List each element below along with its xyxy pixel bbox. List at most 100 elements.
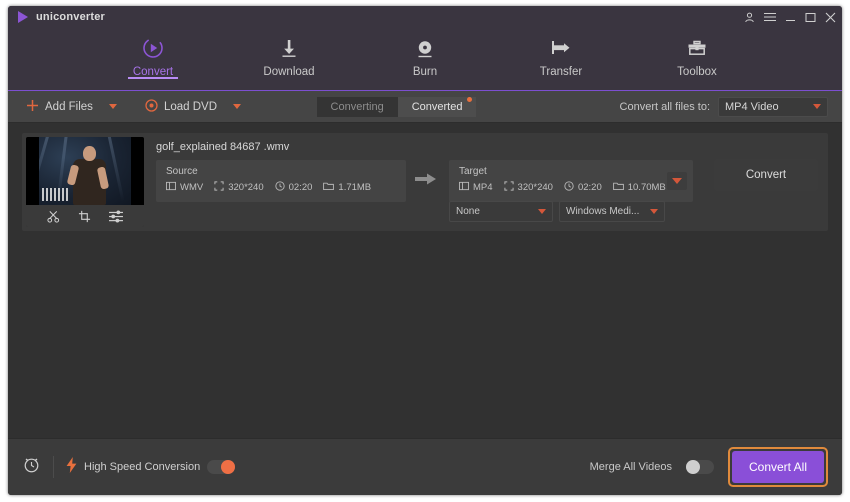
high-speed-conversion-label: High Speed Conversion xyxy=(84,461,201,473)
add-files-caret-icon[interactable] xyxy=(108,104,117,109)
chevron-down-icon xyxy=(672,178,682,184)
tab-converting-label: Converting xyxy=(330,100,384,113)
file-row: golf_explained 84687 .wmv Source WMV 320… xyxy=(22,133,828,231)
effects-icon[interactable] xyxy=(109,210,123,223)
minimize-button[interactable] xyxy=(785,12,796,23)
folder-icon xyxy=(323,181,335,194)
clock-icon xyxy=(274,181,285,194)
divider xyxy=(53,456,54,478)
source-panel: Source WMV 320*240 02:20 1.71MB xyxy=(156,160,406,202)
convert-button[interactable]: Convert xyxy=(714,159,818,191)
convert-all-button[interactable]: Convert All xyxy=(732,451,824,483)
subtitle-select[interactable]: None xyxy=(449,201,553,222)
source-duration-value: 02:20 xyxy=(288,182,313,193)
chevron-down-icon xyxy=(538,209,546,214)
account-icon[interactable] xyxy=(744,12,755,23)
tab-converting[interactable]: Converting xyxy=(316,96,398,117)
action-toolbar: Add Files Load DVD Converting Converted xyxy=(8,91,842,123)
target-size-value: 10.70MB xyxy=(627,182,666,193)
load-dvd-button[interactable]: Load DVD xyxy=(141,97,245,117)
stage-light xyxy=(107,137,125,202)
source-duration: 02:20 xyxy=(274,181,313,194)
high-speed-conversion-toggle[interactable] xyxy=(207,460,236,474)
folder-icon xyxy=(612,181,624,194)
target-duration: 02:20 xyxy=(564,181,602,194)
tab-converted[interactable]: Converted xyxy=(397,96,477,117)
file-list-area: golf_explained 84687 .wmv Source WMV 320… xyxy=(8,123,842,438)
tab-download[interactable]: Download xyxy=(247,28,331,78)
trim-icon[interactable] xyxy=(47,210,60,223)
person-head xyxy=(83,146,96,161)
crop-icon[interactable] xyxy=(78,210,91,223)
tab-converted-label: Converted xyxy=(411,100,463,113)
subtitle-value: None xyxy=(456,206,480,217)
merge-all-videos-label: Merge All Videos xyxy=(589,461,672,473)
thumbnail[interactable] xyxy=(26,137,144,227)
tab-download-label: Download xyxy=(263,66,315,78)
high-speed-conversion-group: High Speed Conversion xyxy=(66,456,236,478)
toolbox-icon xyxy=(685,35,709,61)
target-format: MP4 xyxy=(459,181,493,194)
chevron-down-icon xyxy=(813,104,821,109)
app-title: uniconverter xyxy=(36,11,106,23)
format-icon xyxy=(166,181,176,194)
target-resolution-value: 320*240 xyxy=(517,182,553,193)
target-size: 10.70MB xyxy=(612,181,666,194)
source-size: 1.71MB xyxy=(323,181,371,194)
alarm-clock-icon[interactable] xyxy=(22,455,41,479)
audio-track-select[interactable]: Windows Medi... xyxy=(559,201,665,222)
download-icon xyxy=(277,35,301,61)
bottom-bar: High Speed Conversion Merge All Videos C… xyxy=(8,438,842,495)
app-logo-icon xyxy=(18,11,28,23)
load-dvd-caret-icon[interactable] xyxy=(233,104,241,109)
clock-icon xyxy=(564,181,574,194)
thumbnail-tools xyxy=(26,205,144,227)
bottom-right-group: Merge All Videos Convert All xyxy=(590,447,828,487)
tab-burn[interactable]: Burn xyxy=(383,28,467,78)
add-files-button[interactable]: Add Files xyxy=(22,97,121,117)
tab-active-underline xyxy=(128,77,178,79)
tab-transfer[interactable]: Transfer xyxy=(519,28,603,78)
thumbnail-scene xyxy=(39,137,131,205)
tab-convert[interactable]: Convert xyxy=(111,28,195,79)
source-format-value: WMV xyxy=(180,182,204,193)
target-resolution: 320*240 xyxy=(503,181,553,194)
file-name: golf_explained 84687 .wmv xyxy=(156,141,290,153)
target-duration-value: 02:20 xyxy=(577,182,602,193)
tab-toolbox[interactable]: Toolbox xyxy=(655,28,739,78)
convert-icon xyxy=(141,35,165,61)
arrow-right-icon xyxy=(415,173,437,185)
source-format: WMV xyxy=(166,181,203,194)
status-tabs: Converting Converted xyxy=(316,96,477,117)
source-meta-row: WMV 320*240 02:20 1.71MB xyxy=(166,181,396,194)
convert-all-to-label: Convert all files to: xyxy=(619,100,710,113)
title-bar: uniconverter xyxy=(8,6,842,28)
close-button[interactable] xyxy=(825,12,836,23)
resolution-icon xyxy=(214,181,224,194)
burn-icon xyxy=(413,35,437,61)
bottom-left-group: High Speed Conversion xyxy=(22,455,236,479)
tab-toolbox-label: Toolbox xyxy=(677,66,717,78)
target-settings-dropdown[interactable] xyxy=(667,172,687,190)
output-format-value: MP4 Video xyxy=(725,100,779,113)
merge-all-videos-toggle[interactable] xyxy=(686,460,714,474)
chevron-down-icon xyxy=(650,209,658,214)
menu-icon[interactable] xyxy=(764,12,776,22)
source-resolution: 320*240 xyxy=(214,181,264,194)
thumbnail-image xyxy=(26,137,144,205)
source-title: Source xyxy=(166,166,198,177)
target-format-value: MP4 xyxy=(473,182,493,193)
converted-badge-dot xyxy=(467,96,473,102)
audio-track-value: Windows Medi... xyxy=(566,206,640,217)
main-navigation: Convert Download Burn Transfer Toolbox xyxy=(8,28,842,91)
thumbnail-caption xyxy=(42,188,68,201)
add-files-label: Add Files xyxy=(45,100,93,113)
maximize-button[interactable] xyxy=(805,12,816,23)
output-format-select[interactable]: MP4 Video xyxy=(718,96,828,117)
tab-burn-label: Burn xyxy=(412,66,438,78)
convert-all-to-group: Convert all files to: MP4 Video xyxy=(619,96,828,117)
tab-transfer-label: Transfer xyxy=(539,66,583,78)
lightning-icon xyxy=(66,456,77,478)
load-dvd-label: Load DVD xyxy=(163,100,217,113)
resolution-icon xyxy=(503,181,514,194)
